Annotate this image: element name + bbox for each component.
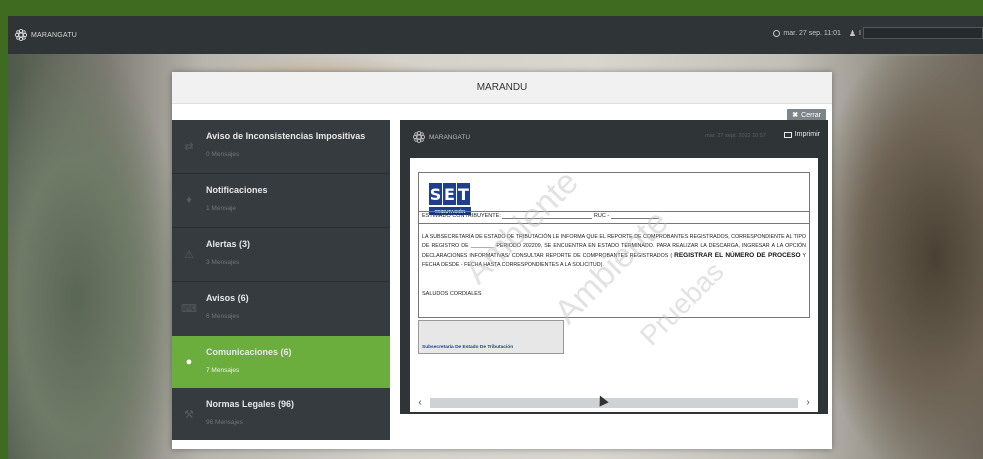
sidebar-item-title: Normas Legales (96): [206, 399, 295, 409]
divider: [419, 223, 809, 224]
sidebar-item-count: 3 Mensajes: [206, 259, 240, 266]
sidebar-item-count: 7 Mensajes: [206, 367, 240, 374]
sidebar-item-inconsistencias[interactable]: ⇄ Aviso de Inconsistencias Impositivas 0 …: [172, 120, 390, 172]
set-logo-letter: S: [429, 183, 442, 205]
shuffle-icon: ⇄: [184, 140, 194, 153]
warning-icon: ⚠: [184, 248, 194, 261]
sidebar-item-notificaciones[interactable]: ♦ Notificaciones 1 Mensaje: [172, 174, 390, 226]
app-name: MARANGATU: [31, 31, 78, 39]
sidebar-item-avisos[interactable]: ⌨ Avisos (6) 6 Mensajes: [172, 282, 390, 334]
modal-title: MARANDU: [476, 82, 528, 93]
chat-icon: ●: [185, 356, 193, 368]
background-blur-right: [823, 56, 983, 459]
message-brand: MARANGATU: [412, 130, 470, 144]
message-body: LA SUBSECRETARÍA DE ESTADO DE TRIBUTACIÓ…: [422, 233, 806, 270]
set-logo-letter: E: [443, 183, 456, 205]
dear-label: ESTIMADO CONTRIBUYENTE:: [422, 213, 501, 219]
redacted-ruc: [610, 213, 659, 219]
ruc-label: RUC -: [593, 213, 610, 219]
topbar-status: mar. 27 sep. 11:01 ♟ I: [773, 27, 983, 39]
sidebar-item-title: Notificaciones: [206, 185, 268, 195]
divider: [419, 211, 809, 212]
print-button[interactable]: Imprimir: [783, 131, 820, 138]
sidebar-item-title: Aviso de Inconsistencias Impositivas: [206, 131, 366, 141]
message-viewer: MARANGATU mar. 27 sept. 2022 10:57 Impri…: [400, 120, 828, 414]
modal-header: MARANDU: [172, 72, 832, 104]
print-label: Imprimir: [794, 131, 820, 138]
signature-box: Subsecretaría De Estado De Tributación: [418, 320, 564, 354]
chevron-right-icon[interactable]: ›: [798, 398, 818, 408]
gavel-icon: ⚒: [184, 408, 194, 421]
app-logo[interactable]: MARANGATU: [14, 28, 77, 42]
sidebar-item-count: 1 Mensaje: [206, 205, 236, 212]
user-icon[interactable]: ♟: [849, 29, 856, 38]
document-frame: S E T TRIBUTACIÓN ESTIMADO CONTRIBUYENTE…: [418, 172, 810, 318]
body-bold: REGISTRAR EL NÚMERO DE PROCESO: [674, 252, 801, 259]
message-date: mar. 27 sept. 2022 10:57: [705, 133, 766, 139]
salutation-line: ESTIMADO CONTRIBUYENTE: RUC -: [422, 213, 659, 219]
top-navbar: MARANGATU mar. 27 sep. 11:01 ♟ I: [8, 16, 983, 54]
chevron-left-icon[interactable]: ‹: [410, 398, 430, 408]
message-header: MARANGATU mar. 27 sept. 2022 10:57 Impri…: [400, 120, 828, 154]
app-screen: MARANGATU mar. 27 sep. 11:01 ♟ I MARANDU…: [8, 16, 983, 459]
keyboard-icon: ⌨: [181, 302, 197, 315]
sidebar-item-normas-legales[interactable]: ⚒ Normas Legales (96) 96 Mensajes: [172, 388, 390, 440]
sidebar-item-count: 0 Mensajes: [206, 151, 240, 158]
regards-text: SALUDOS CORDIALES: [422, 291, 482, 297]
sidebar-item-count: 6 Mensajes: [206, 313, 240, 320]
message-categories-sidebar: ⇄ Aviso de Inconsistencias Impositivas 0 …: [172, 120, 390, 440]
clock-icon: [773, 29, 781, 37]
user-menu[interactable]: [863, 27, 983, 39]
marangatu-logo-icon: [14, 28, 28, 42]
marangatu-logo-icon: [412, 130, 426, 144]
close-icon: ✖: [792, 112, 799, 119]
sidebar-item-count: 96 Mensajes: [206, 419, 243, 426]
marandu-modal: MARANDU ✖ Cerrar ⇄ Aviso de Inconsistenc…: [172, 72, 832, 449]
background-blur-left: [8, 56, 178, 459]
horizontal-scrollbar[interactable]: ‹ ›: [410, 394, 818, 412]
close-label: Cerrar: [801, 111, 821, 119]
redacted-name: [502, 213, 593, 219]
sidebar-item-alertas[interactable]: ⚠ Alertas (3) 3 Mensajes: [172, 228, 390, 280]
bell-icon: ♦: [186, 194, 192, 206]
set-logo-letter: T: [457, 183, 470, 205]
sidebar-item-comunicaciones[interactable]: ● Comunicaciones (6) 7 Mensajes: [172, 336, 390, 388]
current-datetime: mar. 27 sep. 11:01: [783, 29, 841, 37]
message-date-text: mar. 27 sept. 2022 10:57: [705, 133, 766, 139]
sidebar-item-title: Alertas (3): [206, 239, 251, 249]
message-brand-name: MARANGATU: [429, 133, 471, 141]
scrollbar-thumb[interactable]: [430, 398, 798, 408]
sidebar-item-title: Avisos (6): [206, 293, 249, 303]
scrollbar-row: ‹ ›: [410, 397, 818, 409]
message-document: S E T TRIBUTACIÓN ESTIMADO CONTRIBUYENTE…: [410, 158, 818, 394]
user-initial: I: [859, 29, 861, 37]
printer-icon: [783, 131, 792, 138]
signature-text: Subsecretaría De Estado De Tributación: [422, 345, 514, 350]
sidebar-item-title: Comunicaciones (6): [206, 347, 292, 357]
